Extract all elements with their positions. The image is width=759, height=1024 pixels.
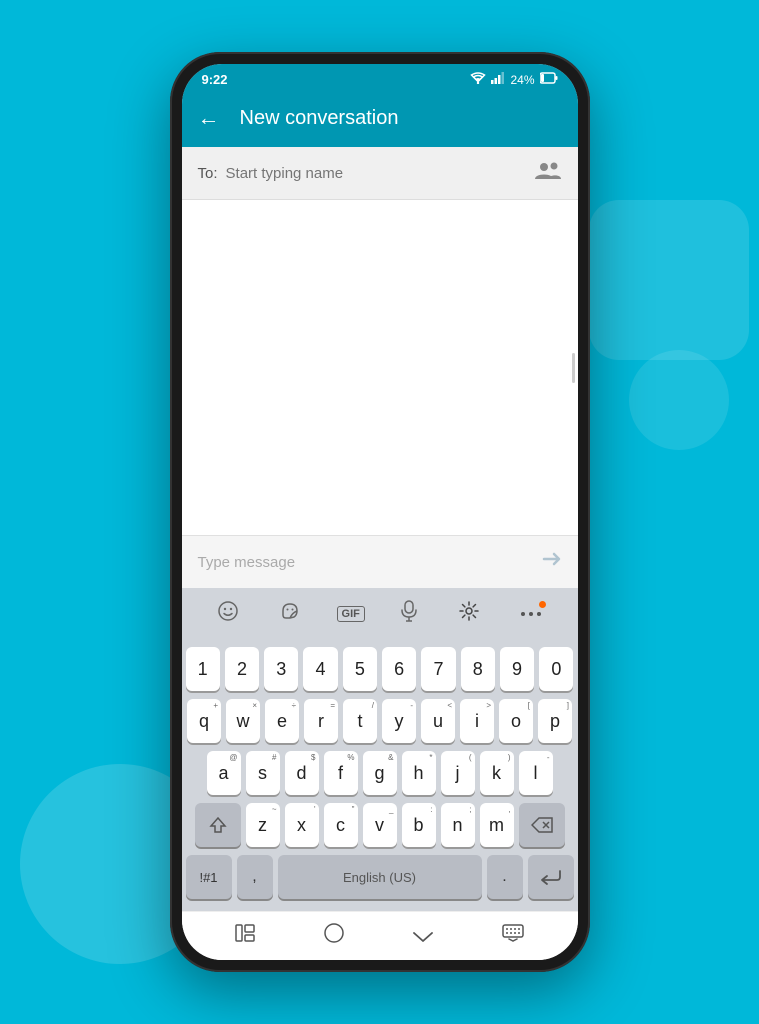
- emoji-button[interactable]: [213, 596, 243, 631]
- key-z[interactable]: ~z: [246, 803, 280, 847]
- type-message-bar: Type message: [182, 535, 578, 588]
- qwerty-row: +q ×w ÷e =r /t -y <u >i [o ]p: [186, 699, 574, 743]
- message-placeholder[interactable]: Type message: [198, 554, 296, 571]
- contacts-icon[interactable]: [534, 159, 562, 187]
- app-header: ← New conversation: [182, 93, 578, 147]
- key-6[interactable]: 6: [382, 647, 416, 691]
- key-m[interactable]: ,m: [480, 803, 514, 847]
- key-4[interactable]: 4: [303, 647, 337, 691]
- key-5[interactable]: 5: [343, 647, 377, 691]
- status-time: 9:22: [202, 72, 228, 87]
- wifi-icon: [470, 72, 486, 87]
- key-9[interactable]: 9: [500, 647, 534, 691]
- key-j[interactable]: (j: [441, 751, 475, 795]
- to-field-container: To:: [182, 147, 578, 200]
- key-k[interactable]: )k: [480, 751, 514, 795]
- home-button[interactable]: [323, 922, 345, 950]
- mic-button[interactable]: [396, 596, 422, 631]
- key-b[interactable]: :b: [402, 803, 436, 847]
- key-h[interactable]: *h: [402, 751, 436, 795]
- key-a[interactable]: @a: [207, 751, 241, 795]
- key-e[interactable]: ÷e: [265, 699, 299, 743]
- key-p[interactable]: ]p: [538, 699, 572, 743]
- key-3[interactable]: 3: [264, 647, 298, 691]
- page-title: New conversation: [240, 107, 399, 130]
- key-n[interactable]: ;n: [441, 803, 475, 847]
- status-bar: 9:22: [182, 64, 578, 93]
- bottom-row: !#1 , English (US) .: [186, 855, 574, 899]
- signal-icon: [491, 72, 505, 87]
- bg-decoration-3: [629, 350, 729, 450]
- key-x[interactable]: 'x: [285, 803, 319, 847]
- key-2[interactable]: 2: [225, 647, 259, 691]
- numbers-key[interactable]: !#1: [186, 855, 232, 899]
- key-q[interactable]: +q: [187, 699, 221, 743]
- status-icons: 24%: [470, 72, 557, 87]
- bg-decoration-2: [589, 200, 749, 360]
- keyboard: 1 2 3 4 5 6 7 8 9 0 +q ×w ÷e =r /t -y <u…: [182, 639, 578, 911]
- gif-button[interactable]: GIF: [337, 606, 365, 622]
- send-button[interactable]: [540, 548, 562, 576]
- key-w[interactable]: ×w: [226, 699, 260, 743]
- zxcv-row: ~z 'x "c _v :b ;n ,m: [186, 803, 574, 847]
- enter-key[interactable]: [528, 855, 574, 899]
- nav-bar: [182, 911, 578, 960]
- key-f[interactable]: %f: [324, 751, 358, 795]
- recent-apps-button[interactable]: [235, 924, 255, 948]
- asdf-row: @a #s $d %f &g *h (j )k -l: [186, 751, 574, 795]
- key-1[interactable]: 1: [186, 647, 220, 691]
- phone-frame: 9:22: [170, 52, 590, 972]
- key-d[interactable]: $d: [285, 751, 319, 795]
- backspace-key[interactable]: [519, 803, 565, 847]
- battery-icon: [540, 72, 558, 87]
- key-r[interactable]: =r: [304, 699, 338, 743]
- key-0[interactable]: 0: [539, 647, 573, 691]
- key-c[interactable]: "c: [324, 803, 358, 847]
- battery-text: 24%: [510, 73, 534, 87]
- key-l[interactable]: -l: [519, 751, 553, 795]
- key-s[interactable]: #s: [246, 751, 280, 795]
- key-y[interactable]: -y: [382, 699, 416, 743]
- back-button[interactable]: ←: [198, 105, 220, 131]
- recipient-input[interactable]: [226, 165, 526, 182]
- more-button[interactable]: [516, 599, 546, 628]
- keyboard-hide-button[interactable]: [502, 924, 524, 948]
- comma-key[interactable]: ,: [237, 855, 273, 899]
- key-t[interactable]: /t: [343, 699, 377, 743]
- to-label: To:: [198, 165, 218, 182]
- message-area[interactable]: [182, 200, 578, 535]
- sticker-button[interactable]: [275, 596, 305, 631]
- period-key[interactable]: .: [487, 855, 523, 899]
- back-nav-button[interactable]: [412, 925, 434, 948]
- key-v[interactable]: _v: [363, 803, 397, 847]
- keyboard-toolbar: GIF: [182, 588, 578, 639]
- shift-key[interactable]: [195, 803, 241, 847]
- number-row: 1 2 3 4 5 6 7 8 9 0: [186, 647, 574, 691]
- key-8[interactable]: 8: [461, 647, 495, 691]
- notification-dot: [539, 601, 546, 608]
- key-o[interactable]: [o: [499, 699, 533, 743]
- space-key[interactable]: English (US): [278, 855, 482, 899]
- key-7[interactable]: 7: [421, 647, 455, 691]
- key-u[interactable]: <u: [421, 699, 455, 743]
- scroll-indicator: [572, 353, 575, 383]
- phone-screen: 9:22: [182, 64, 578, 960]
- key-g[interactable]: &g: [363, 751, 397, 795]
- key-i[interactable]: >i: [460, 699, 494, 743]
- settings-button[interactable]: [454, 596, 484, 631]
